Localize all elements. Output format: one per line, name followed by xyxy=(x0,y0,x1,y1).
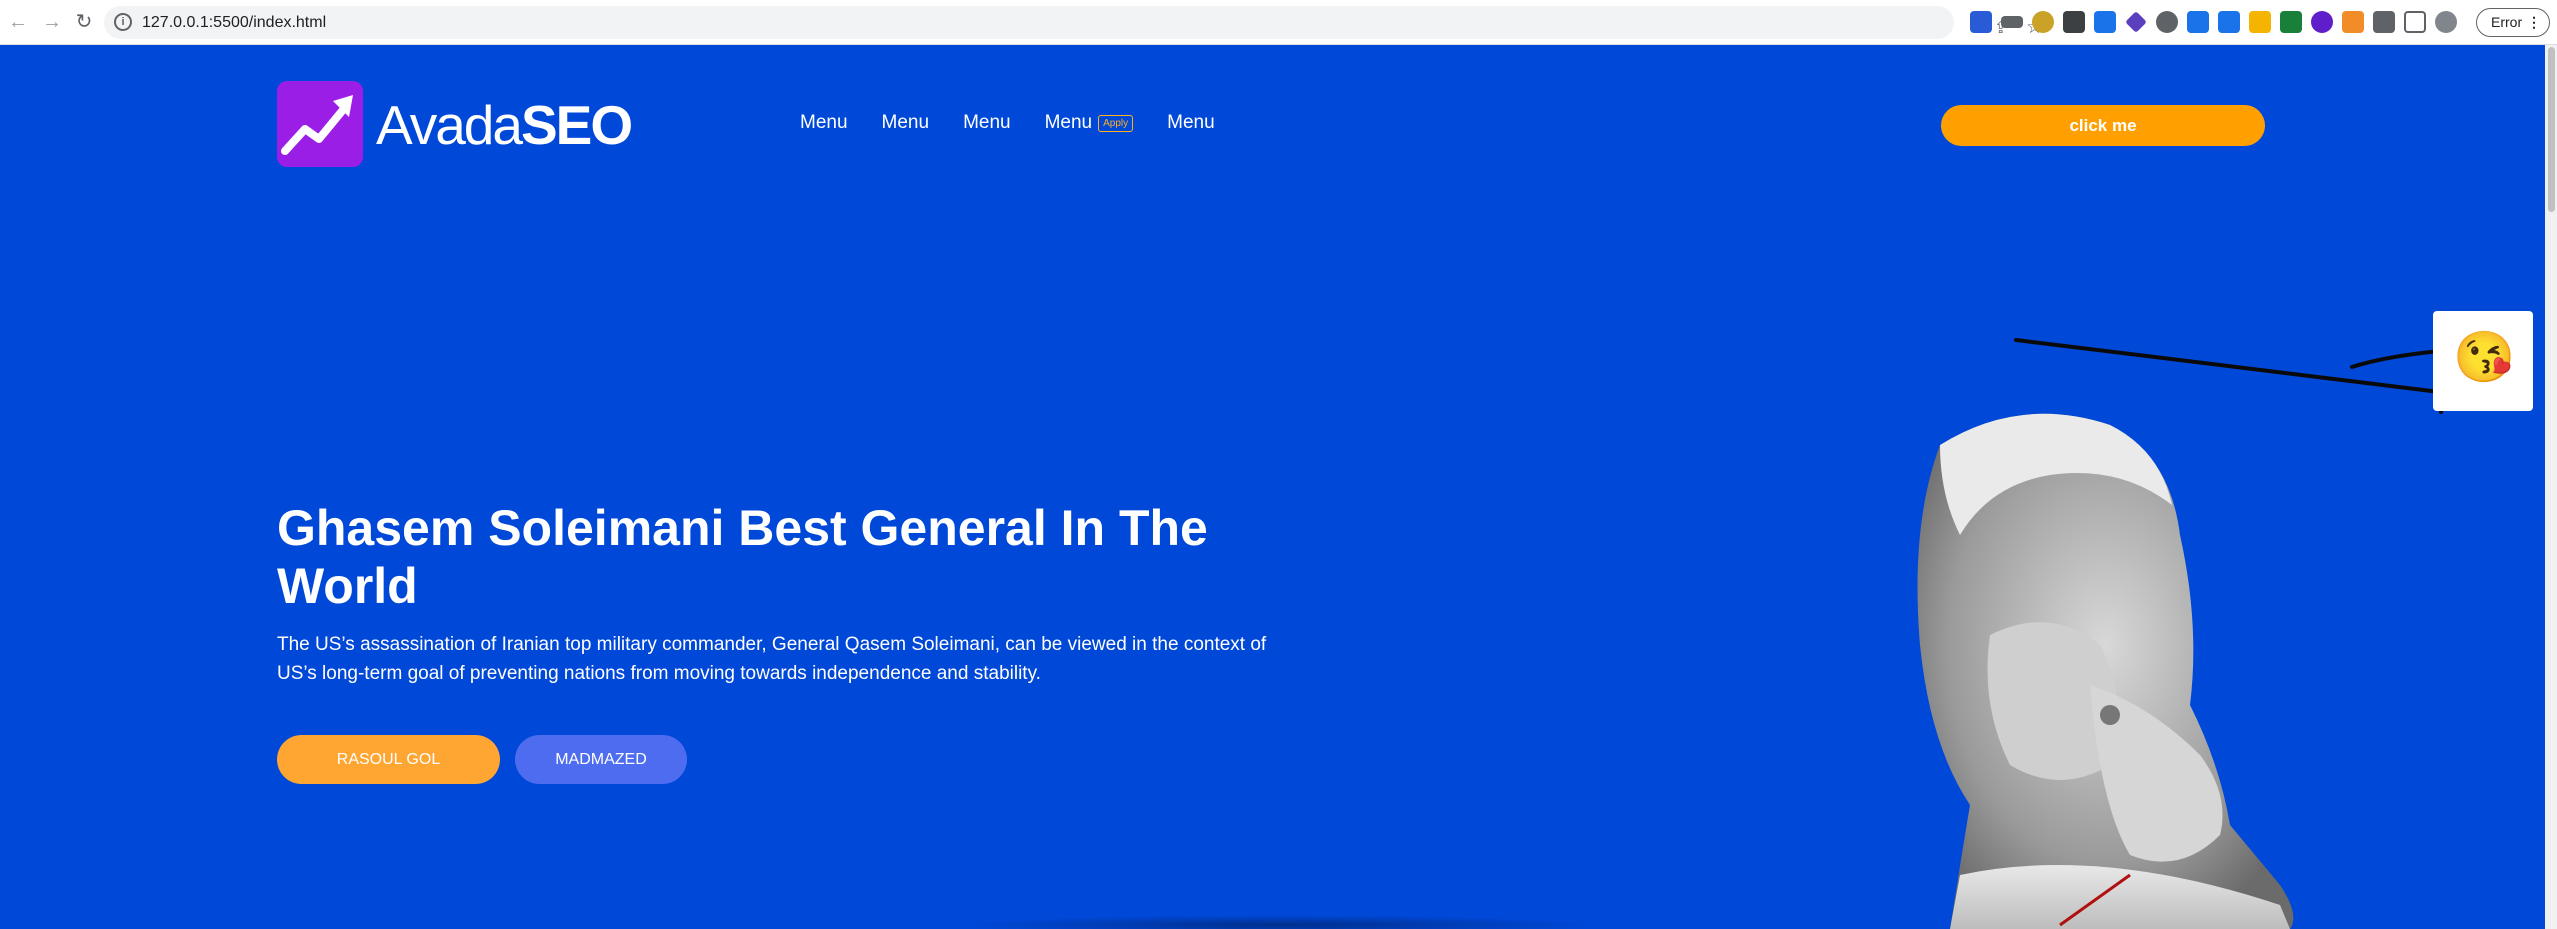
back-arrow-icon[interactable]: ← xyxy=(6,10,30,34)
floating-emoji-card[interactable]: 😘 xyxy=(2433,311,2533,411)
side-panel-icon[interactable] xyxy=(2404,11,2426,33)
profile-avatar[interactable] xyxy=(2435,11,2457,33)
profile-error-button[interactable]: Error ⋮ xyxy=(2476,8,2550,37)
menu-item-3[interactable]: Menu xyxy=(963,112,1011,134)
site-info-icon[interactable]: i xyxy=(114,13,132,31)
extension-9-icon[interactable] xyxy=(2218,11,2240,33)
logo-mark[interactable] xyxy=(277,81,363,167)
extension-5-icon[interactable] xyxy=(2094,11,2116,33)
extensions-bar xyxy=(1970,11,2457,35)
menu-item-1[interactable]: Menu xyxy=(800,112,848,134)
page-scrollbar[interactable] xyxy=(2545,45,2557,929)
extension-8-icon[interactable] xyxy=(2187,11,2209,33)
menu-item-label: Menu xyxy=(1044,112,1093,133)
extension-1-icon[interactable] xyxy=(1970,11,1992,33)
apply-badge: Apply xyxy=(1098,114,1134,132)
menu-item-4[interactable]: Menu Apply xyxy=(1045,112,1134,134)
menu-item-5[interactable]: Menu xyxy=(1167,112,1215,134)
menu-item-label: Menu xyxy=(1167,112,1215,133)
trending-up-icon xyxy=(281,95,353,155)
browser-toolbar: ← → ↻ i 127.0.0.1:5500/index.html ⇪ ☆ Er… xyxy=(0,0,2557,45)
bottom-shadow xyxy=(960,915,1600,929)
extension-11-icon[interactable] xyxy=(2280,11,2302,33)
url-text[interactable]: 127.0.0.1:5500/index.html xyxy=(142,14,326,32)
main-menu: Menu Menu Menu Menu Apply Menu xyxy=(800,112,1249,134)
madmazed-button[interactable]: MADMAZED xyxy=(515,735,687,784)
error-label: Error xyxy=(2491,14,2523,30)
extension-10-icon[interactable] xyxy=(2249,11,2271,33)
menu-item-label: Menu xyxy=(800,112,848,133)
page-content: AvadaSEO Menu Menu Menu Menu Apply Menu c… xyxy=(0,45,2545,929)
extension-2-icon[interactable] xyxy=(2001,16,2023,28)
extension-4-icon[interactable] xyxy=(2063,11,2085,33)
logo-text[interactable]: AvadaSEO xyxy=(376,93,633,157)
click-me-button[interactable]: click me xyxy=(1941,105,2265,146)
extension-3-icon[interactable] xyxy=(2032,11,2054,33)
extensions-puzzle-icon[interactable] xyxy=(2373,11,2395,33)
extension-13-icon[interactable] xyxy=(2342,11,2364,33)
hero-title: Ghasem Soleimani Best General In The Wor… xyxy=(277,500,1208,614)
menu-item-2[interactable]: Menu xyxy=(882,112,930,134)
scrollbar-thumb[interactable] xyxy=(2548,47,2555,212)
hero-subtitle: The US’s assassination of Iranian top mi… xyxy=(277,634,1267,684)
reload-icon[interactable]: ↻ xyxy=(72,10,96,34)
logo-text-light: Avada xyxy=(376,94,523,156)
extension-12-icon[interactable] xyxy=(2311,11,2333,33)
menu-item-label: Menu xyxy=(881,112,930,133)
logo-text-bold: SEO xyxy=(520,94,633,156)
forward-arrow-icon[interactable]: → xyxy=(40,10,64,34)
extension-6-icon[interactable] xyxy=(2125,11,2147,33)
more-menu-icon[interactable]: ⋮ xyxy=(2527,9,2541,36)
kiss-emoji-icon: 😘 xyxy=(2453,329,2516,385)
rasoul-gol-button[interactable]: RASOUL GOL xyxy=(277,735,500,784)
portrait-image xyxy=(1917,413,2294,929)
address-bar[interactable]: i 127.0.0.1:5500/index.html ⇪ ☆ xyxy=(104,6,2043,39)
extension-7-icon[interactable] xyxy=(2156,11,2178,33)
menu-item-label: Menu xyxy=(963,112,1011,133)
